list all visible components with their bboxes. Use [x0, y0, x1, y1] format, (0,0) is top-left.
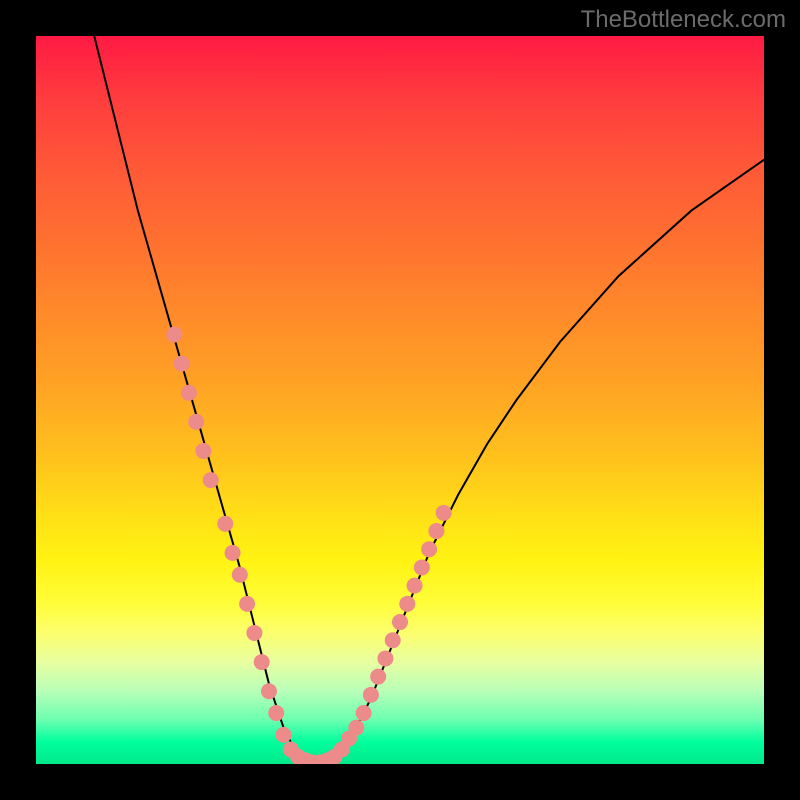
data-point: [276, 727, 292, 743]
data-point: [232, 567, 248, 583]
dots-layer: [36, 36, 764, 764]
chart-plot-area: [36, 36, 764, 764]
data-point: [385, 632, 401, 648]
data-point: [377, 650, 393, 666]
data-point: [181, 385, 197, 401]
data-point: [246, 625, 262, 641]
data-point: [239, 596, 255, 612]
attribution-label: TheBottleneck.com: [581, 6, 786, 34]
data-point: [356, 705, 372, 721]
data-point: [392, 614, 408, 630]
data-point: [436, 505, 452, 521]
data-point: [261, 683, 277, 699]
data-point: [348, 720, 364, 736]
data-point: [370, 669, 386, 685]
data-point: [217, 516, 233, 532]
data-point-group: [166, 326, 451, 764]
data-point: [428, 523, 444, 539]
data-point: [407, 578, 423, 594]
data-point: [414, 559, 430, 575]
data-point: [188, 414, 204, 430]
data-point: [195, 443, 211, 459]
data-point: [203, 472, 219, 488]
data-point: [268, 705, 284, 721]
data-point: [421, 541, 437, 557]
data-point: [363, 687, 379, 703]
data-point: [254, 654, 270, 670]
data-point: [225, 545, 241, 561]
data-point: [166, 326, 182, 342]
data-point: [174, 356, 190, 372]
data-point: [399, 596, 415, 612]
